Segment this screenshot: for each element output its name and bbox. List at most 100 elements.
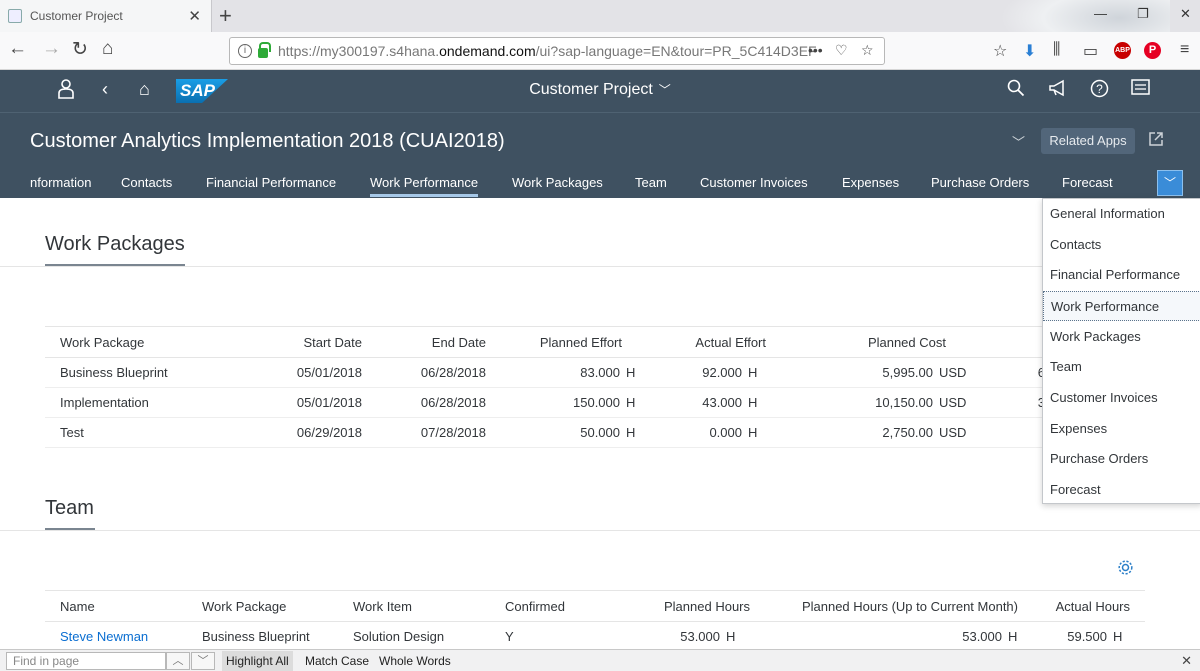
close-window-icon[interactable]: ✕ [1180,6,1191,22]
menu-item-purchase-orders[interactable]: Purchase Orders [1043,444,1200,474]
menu-icon[interactable]: ≡ [1180,41,1189,59]
column-header[interactable]: Start Date [220,326,362,358]
adblock-icon[interactable]: ABP [1114,42,1131,59]
table-settings-gear-icon[interactable] [1117,559,1134,581]
site-info-icon[interactable]: i [238,44,252,58]
close-tab-icon[interactable]: ✕ [188,7,201,25]
related-apps-button[interactable]: Related Apps [1041,128,1135,154]
minimize-window-icon[interactable]: — [1094,6,1107,21]
menu-item-financial-performance[interactable]: Financial Performance [1043,260,1200,290]
work-packages-table: Work Package Start Date End Date Planned… [45,326,1045,448]
cell-planned-effort: 83.000 [486,357,620,388]
cell-unit: H [742,387,782,418]
menu-item-team[interactable]: Team [1043,352,1200,382]
downloads-icon[interactable]: ⬇ [1023,41,1036,61]
cell-work-package: Test [45,417,220,448]
section-tab-bar: nformation Contacts Financial Performanc… [0,173,1200,199]
cell-start-date: 06/29/2018 [220,417,362,448]
column-header[interactable]: Planned Cost [782,326,988,358]
help-icon[interactable]: ? [1090,79,1109,103]
column-header[interactable]: Actual Effort [660,326,782,358]
bookmarks-icon[interactable]: ☆ [993,41,1007,61]
cell-unit: H [620,417,660,448]
highlight-all-toggle[interactable]: Highlight All [222,651,293,671]
close-find-bar-icon[interactable]: ✕ [1181,653,1192,669]
pocket-icon[interactable]: ♡ [835,42,848,59]
page-actions-icon[interactable]: ••• [808,42,823,58]
cell-unit: H [742,357,782,388]
browser-tab[interactable]: Customer Project ✕ [0,0,212,32]
search-icon[interactable] [1007,79,1025,102]
restore-window-icon[interactable]: ❐ [1137,6,1149,22]
object-header: Customer Analytics Implementation 2018 (… [0,112,1200,198]
tab-expenses[interactable]: Expenses [842,175,899,190]
url-bar[interactable]: i https://my300197.s4hana. ondemand.com/u… [229,37,885,65]
column-header[interactable]: Work Item [353,590,483,622]
menu-item-expenses[interactable]: Expenses [1043,414,1200,444]
column-header[interactable]: Work Package [202,590,353,622]
column-header[interactable]: Work Package [45,326,220,358]
column-header[interactable]: Planned Effort [486,326,660,358]
column-header[interactable]: Confirmed [483,590,610,622]
home-icon[interactable]: ⌂ [102,38,113,60]
chevron-down-icon: ﹀ [1163,176,1176,190]
table-row[interactable]: Business Blueprint 05/01/2018 06/28/2018… [45,357,1045,388]
cell-end-date: 06/28/2018 [362,357,486,388]
find-previous-icon[interactable]: ︿ [166,652,190,670]
new-tab-icon[interactable]: + [219,3,232,29]
menu-item-work-performance[interactable]: Work Performance [1043,291,1200,321]
tab-contacts[interactable]: Contacts [121,175,172,190]
tab-customer-invoices[interactable]: Customer Invoices [700,175,808,190]
bookmark-star-icon[interactable]: ☆ [861,42,874,59]
cell-unit: H [1107,621,1145,652]
pinterest-icon[interactable]: P [1144,42,1161,59]
team-member-link[interactable]: Steve Newman [45,621,202,652]
tab-forecast[interactable]: Forecast [1062,175,1113,190]
tab-team[interactable]: Team [635,175,667,190]
cell-work-package: Business Blueprint [202,621,353,652]
header-expand-chevron-icon[interactable]: ﹀ [1012,132,1025,151]
cell-unit: H [620,357,660,388]
tab-work-performance[interactable]: Work Performance [370,175,479,197]
table-row[interactable]: Implementation 05/01/2018 06/28/2018 150… [45,387,1045,418]
find-bar: Find in page ︿ ﹀ Highlight All Match Cas… [0,649,1200,671]
whole-words-toggle[interactable]: Whole Words [379,654,451,668]
cell-truncated [988,417,1045,448]
cell-actual-hours: 59.500 [1042,621,1107,652]
sidebar-icon[interactable]: ▭ [1083,41,1098,61]
cell-actual-effort: 0.000 [660,417,742,448]
menu-item-forecast[interactable]: Forecast [1043,475,1200,505]
back-icon[interactable]: ← [8,38,27,60]
match-case-toggle[interactable]: Match Case [305,654,369,668]
tab-general-information[interactable]: nformation [30,175,91,190]
column-header[interactable]: Planned Hours (Up to Current Month) [760,590,1042,622]
column-header[interactable]: Name [45,590,202,622]
column-header[interactable]: Planned Hours [610,590,760,622]
notes-icon[interactable] [1131,79,1150,100]
find-next-icon[interactable]: ﹀ [191,652,215,670]
share-icon[interactable] [1148,131,1164,152]
tab-purchase-orders[interactable]: Purchase Orders [931,175,1029,190]
cell-planned-hours-current-month: 53.000 [760,621,1002,652]
tab-overflow-button[interactable]: ﹀ [1157,170,1183,196]
menu-item-customer-invoices[interactable]: Customer Invoices [1043,383,1200,413]
team-table: Name Work Package Work Item Confirmed Pl… [45,590,1145,652]
menu-item-work-packages[interactable]: Work Packages [1043,322,1200,352]
cell-unit: H [1002,621,1042,652]
find-in-page-input[interactable]: Find in page [6,652,166,670]
library-icon[interactable]: ⫼ [1053,41,1060,59]
menu-item-contacts[interactable]: Contacts [1043,230,1200,260]
table-row[interactable]: Steve Newman Business Blueprint Solution… [45,621,1145,652]
menu-item-general-information[interactable]: General Information [1043,199,1200,229]
column-header[interactable]: End Date [362,326,486,358]
cell-currency: USD [933,357,988,388]
table-row[interactable]: Test 06/29/2018 07/28/2018 50.000 H 0.00… [45,417,1045,448]
tab-financial-performance[interactable]: Financial Performance [206,175,336,190]
notifications-megaphone-icon[interactable] [1048,79,1068,102]
reload-icon[interactable]: ↻ [72,38,88,61]
cell-planned-hours: 53.000 [610,621,720,652]
tab-work-packages[interactable]: Work Packages [512,175,603,190]
forward-icon[interactable]: → [42,38,61,60]
column-header[interactable]: Actual Hours [1042,590,1145,622]
cell-currency: USD [933,417,988,448]
